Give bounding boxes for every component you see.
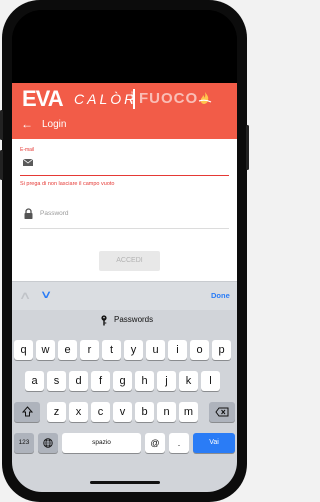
key-v[interactable]: v — [113, 402, 132, 422]
key-z[interactable]: z — [47, 402, 66, 422]
volume-down-button — [0, 150, 3, 180]
home-indicator — [90, 481, 160, 484]
status-area — [12, 10, 237, 83]
password-field[interactable] — [20, 206, 233, 222]
key-f[interactable]: f — [91, 371, 110, 391]
key-q[interactable]: q — [14, 340, 33, 360]
key-n[interactable]: n — [157, 402, 176, 422]
space-key[interactable]: spazio — [62, 433, 141, 453]
key-b[interactable]: b — [135, 402, 154, 422]
globe-icon — [43, 438, 53, 448]
done-button[interactable]: Done — [211, 291, 230, 300]
email-field[interactable] — [20, 155, 233, 171]
key-s[interactable]: s — [47, 371, 66, 391]
key-k[interactable]: k — [179, 371, 198, 391]
key-e[interactable]: e — [58, 340, 77, 360]
page-title: Login — [42, 119, 67, 130]
key-y[interactable]: y — [124, 340, 143, 360]
key-p[interactable]: p — [212, 340, 231, 360]
app-header: EVA CALÒR SERIE FUOCO ← Login — [12, 83, 237, 139]
key-m[interactable]: m — [179, 402, 198, 422]
at-key[interactable]: @ — [145, 433, 165, 453]
logo-eva: EVA — [22, 86, 64, 111]
key-o[interactable]: o — [190, 340, 209, 360]
chevron-up-icon[interactable]: ∧ — [19, 289, 32, 302]
login-button[interactable]: ACCEDI — [99, 251, 160, 271]
logo-calor: CALÒR — [74, 91, 138, 107]
flame-icon — [198, 92, 212, 104]
power-button — [246, 125, 249, 170]
globe-key[interactable] — [38, 433, 58, 453]
shift-icon — [21, 406, 33, 417]
key-u[interactable]: u — [146, 340, 165, 360]
email-error-message: Si prega di non lasciare il campo vuoto — [20, 181, 115, 187]
key-l[interactable]: l — [201, 371, 220, 391]
key-icon — [101, 315, 107, 326]
passwords-label: Passwords — [114, 315, 154, 324]
key-g[interactable]: g — [113, 371, 132, 391]
key-c[interactable]: c — [91, 402, 110, 422]
chevron-down-icon[interactable]: ∨ — [40, 288, 53, 301]
keyboard-accessory-bar: ∧ ∨ Done — [12, 281, 237, 311]
dot-key[interactable]: . — [169, 433, 189, 453]
key-h[interactable]: h — [135, 371, 154, 391]
login-form: E-mail Si prega di non lasciare il campo… — [12, 139, 237, 281]
key-j[interactable]: j — [157, 371, 176, 391]
key-w[interactable]: w — [36, 340, 55, 360]
backspace-icon — [215, 407, 229, 417]
volume-up-button — [0, 110, 3, 140]
logo-fuoco: FUOCO — [139, 90, 199, 107]
email-underline — [20, 175, 229, 176]
back-button[interactable]: ← — [21, 117, 33, 131]
key-i[interactable]: i — [168, 340, 187, 360]
numbers-key[interactable]: 123 — [14, 433, 34, 453]
key-r[interactable]: r — [80, 340, 99, 360]
logo-small-text: SERIE — [130, 91, 135, 104]
key-x[interactable]: x — [69, 402, 88, 422]
key-d[interactable]: d — [69, 371, 88, 391]
screen: EVA CALÒR SERIE FUOCO ← Login E-mail Si … — [12, 10, 237, 492]
backspace-key[interactable] — [209, 402, 235, 422]
key-t[interactable]: t — [102, 340, 121, 360]
go-key[interactable]: Vai — [193, 433, 235, 453]
shift-key[interactable] — [14, 402, 40, 422]
password-underline — [20, 228, 229, 229]
key-a[interactable]: a — [25, 371, 44, 391]
ios-keyboard: q w e r t y u i o p a s d f g h j k l z … — [12, 331, 237, 492]
email-label: E-mail — [20, 147, 35, 153]
passwords-suggestion-bar[interactable]: Passwords — [12, 310, 237, 331]
